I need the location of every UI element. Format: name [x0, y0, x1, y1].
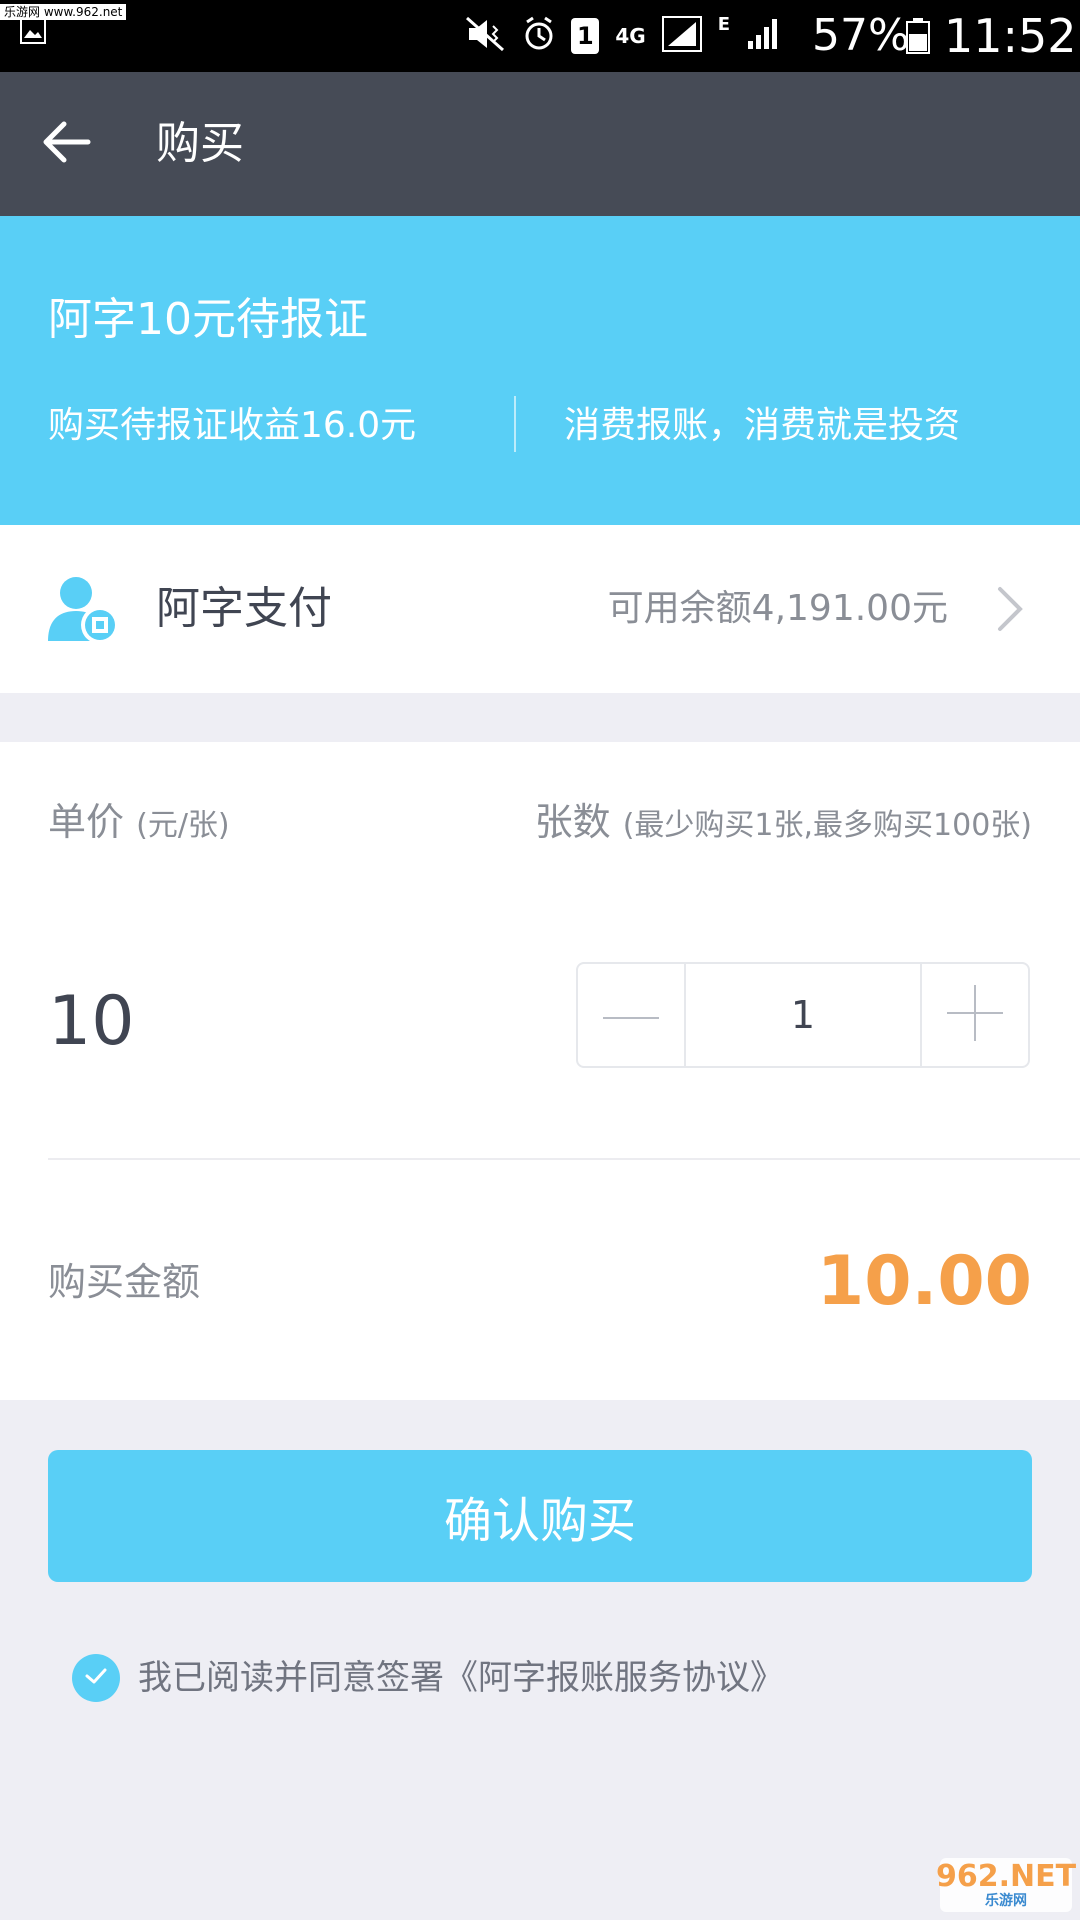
signal-icon	[661, 16, 702, 56]
decrease-button[interactable]	[578, 964, 686, 1066]
status-bar: 乐游网 www.962.net 1 4G E 57% 11:52	[0, 0, 1080, 72]
mute-icon	[463, 16, 507, 56]
status-icons: 1 4G E	[463, 14, 780, 58]
watermark-top: 962.NET	[935, 1859, 1077, 1894]
unit-price-value: 10	[48, 982, 135, 1061]
battery-percent: 57%	[812, 10, 910, 61]
product-title: 阿字10元待报证	[48, 294, 368, 345]
signal-bars-icon	[746, 17, 780, 55]
site-watermark: 962.NET 乐游网	[936, 1858, 1076, 1912]
divider	[48, 1158, 1080, 1160]
unit-price-label: 单价 (元/张)	[48, 798, 230, 850]
payment-method-label: 阿字支付	[156, 583, 332, 634]
app-header: 购买	[0, 72, 1080, 216]
quantity-input[interactable]: 1	[686, 964, 920, 1066]
network-type: 4G	[615, 24, 646, 48]
agreement-text[interactable]: 我已阅读并同意签署《阿字报账服务协议》	[138, 1654, 784, 1702]
unit-price-hint: (元/张)	[136, 808, 230, 843]
confirm-purchase-button[interactable]: 确认购买	[48, 1450, 1032, 1582]
battery-icon	[906, 18, 930, 58]
available-balance: 可用余额4,191.00元	[607, 588, 948, 629]
banner-divider	[514, 396, 516, 452]
arrow-left-icon	[40, 121, 92, 172]
page-title: 购买	[156, 118, 244, 169]
payment-method-row[interactable]: 阿字支付 可用余额4,191.00元	[0, 525, 1080, 693]
purchase-panel: 单价 (元/张) 张数 (最少购买1张,最多购买100张) 10 1 购买金额 …	[0, 742, 1080, 1400]
agreement-checkbox[interactable]	[72, 1654, 120, 1702]
increase-button[interactable]	[920, 964, 1028, 1066]
minus-icon	[603, 1006, 659, 1025]
quantity-label: 张数 (最少购买1张,最多购买100张)	[535, 798, 1032, 850]
edge-label: E	[717, 14, 730, 35]
check-icon	[84, 1666, 108, 1690]
status-watermark: 乐游网 www.962.net	[0, 4, 127, 20]
back-button[interactable]	[40, 116, 100, 172]
screen: 乐游网 www.962.net 1 4G E 57% 11:52 购买 阿字10…	[0, 0, 1080, 1920]
quantity-title: 张数	[534, 800, 611, 844]
clock: 11:52	[944, 9, 1077, 63]
total-label: 购买金额	[48, 1260, 201, 1304]
alarm-icon	[523, 16, 555, 56]
sim-slot-label: 1	[577, 22, 594, 50]
quantity-stepper: 1	[576, 962, 1030, 1068]
product-earnings: 购买待报证收益16.0元	[48, 405, 417, 446]
sim-icon: 1	[571, 18, 600, 54]
watermark-bottom: 乐游网	[985, 1893, 1027, 1909]
user-pay-icon	[46, 575, 120, 649]
gallery-icon	[20, 18, 46, 48]
product-banner: 阿字10元待报证 购买待报证收益16.0元 消费报账，消费就是投资	[0, 216, 1080, 525]
total-amount: 10.00	[816, 1242, 1032, 1321]
quantity-hint: (最少购买1张,最多购买100张)	[622, 808, 1032, 843]
unit-price-title: 单价	[48, 800, 125, 844]
plus-icon	[947, 985, 1003, 1045]
product-slogan: 消费报账，消费就是投资	[564, 405, 961, 446]
chevron-right-icon	[996, 585, 1024, 637]
